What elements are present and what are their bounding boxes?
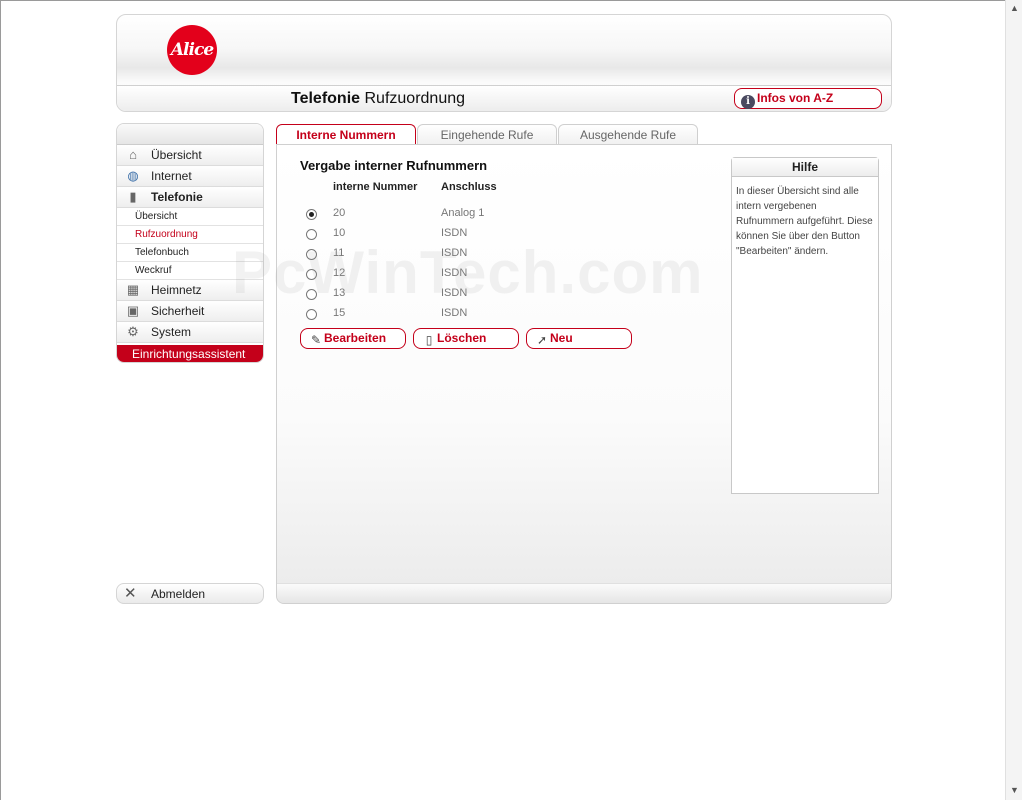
- new-button[interactable]: ➚ Neu: [526, 328, 632, 349]
- edit-icon: ✎: [310, 333, 322, 347]
- sidebar-item-uebersicht[interactable]: ⌂ Übersicht: [117, 145, 263, 166]
- table-row[interactable]: 10 ISDN: [277, 226, 677, 246]
- close-icon: ✕: [124, 585, 137, 602]
- cell-number: 20: [333, 207, 346, 219]
- sidebar-item-sicherheit[interactable]: ▣ Sicherheit: [117, 301, 263, 322]
- column-header-number: interne Nummer: [333, 181, 418, 193]
- info-icon: i: [741, 95, 755, 109]
- row-radio[interactable]: [306, 309, 317, 320]
- sidebar-subitem-uebersicht[interactable]: Übersicht: [117, 208, 263, 226]
- table-row[interactable]: 11 ISDN: [277, 246, 677, 266]
- scroll-down-icon[interactable]: ▼: [1010, 785, 1019, 795]
- sidebar-item-label: System: [151, 325, 192, 339]
- row-radio[interactable]: [306, 249, 317, 260]
- sidebar-top-bar: [117, 124, 263, 145]
- content-panel: Vergabe interner Rufnummern interne Numm…: [276, 144, 892, 604]
- infos-a-z-label: Infos von A-Z: [757, 91, 834, 105]
- help-text: In dieser Übersicht sind alle intern ver…: [736, 186, 873, 257]
- infos-a-z-button[interactable]: i Infos von A-Z: [734, 88, 882, 109]
- edit-button[interactable]: ✎ Bearbeiten: [300, 328, 406, 349]
- cell-number: 15: [333, 307, 346, 319]
- setup-wizard-button[interactable]: Einrichtungsassistent: [117, 343, 263, 362]
- page-title-rest: Rufzuordnung: [360, 90, 466, 107]
- window-frame-left: [0, 0, 1, 800]
- window-frame-top: [0, 0, 1022, 1]
- cell-anschluss: Analog 1: [441, 207, 485, 219]
- sidebar-item-label: Heimnetz: [151, 283, 202, 297]
- cell-number: 11: [333, 247, 345, 259]
- sidebar-item-internet[interactable]: ◍ Internet: [117, 166, 263, 187]
- table-row[interactable]: 13 ISDN: [277, 286, 677, 306]
- table-row[interactable]: 20 Analog 1: [277, 206, 677, 226]
- table-row[interactable]: 15 ISDN: [277, 306, 677, 326]
- phone-icon: ▮: [129, 189, 137, 204]
- tab-interne-nummern[interactable]: Interne Nummern: [276, 124, 416, 147]
- logout-label: Abmelden: [151, 587, 206, 601]
- logout-button[interactable]: ✕ Abmelden: [116, 583, 264, 604]
- tab-ausgehende-rufe[interactable]: Ausgehende Rufe: [558, 124, 698, 145]
- sidebar-item-label: Internet: [151, 169, 192, 183]
- row-radio[interactable]: [306, 269, 317, 280]
- sidebar-item-telefonie[interactable]: ▮ Telefonie: [117, 187, 263, 208]
- row-radio[interactable]: [306, 209, 317, 220]
- sidebar-nav: ⌂ Übersicht ◍ Internet ▮ Telefonie Übersich…: [116, 123, 264, 363]
- page-title-bold: Telefonie: [291, 90, 361, 107]
- cell-anschluss: ISDN: [441, 307, 468, 319]
- edit-button-label: Bearbeiten: [324, 331, 387, 345]
- table-row[interactable]: 12 ISDN: [277, 266, 677, 286]
- delete-button[interactable]: ▯ Löschen: [413, 328, 519, 349]
- content-footer-bar: [277, 583, 891, 603]
- sidebar-item-system[interactable]: ⚙ System: [117, 322, 263, 343]
- lock-icon: ▣: [126, 303, 140, 318]
- column-header-anschluss: Anschluss: [441, 181, 497, 193]
- sidebar-subitem-telefonbuch[interactable]: Telefonbuch: [117, 244, 263, 262]
- tab-eingehende-rufe[interactable]: Eingehende Rufe: [417, 124, 557, 145]
- sidebar-subitem-weckruf[interactable]: Weckruf: [117, 262, 263, 280]
- cell-anschluss: ISDN: [441, 227, 468, 239]
- delete-button-label: Löschen: [437, 331, 487, 345]
- cell-number: 12: [333, 267, 346, 279]
- trash-icon: ▯: [425, 333, 433, 347]
- scroll-up-icon[interactable]: ▲: [1010, 3, 1019, 13]
- gears-icon: ⚙: [127, 324, 139, 339]
- sidebar-item-label: Telefonie: [151, 190, 203, 204]
- globe-icon: ◍: [127, 168, 139, 183]
- header: Alice Telefonie Rufzuordnung i Infos von …: [116, 14, 892, 112]
- house-icon: ⌂: [129, 147, 137, 162]
- sidebar-item-label: Übersicht: [151, 148, 202, 162]
- sidebar-item-label: Sicherheit: [151, 304, 205, 318]
- cell-number: 13: [333, 287, 346, 299]
- row-radio[interactable]: [306, 289, 317, 300]
- page-title: Telefonie Rufzuordnung: [291, 90, 465, 108]
- sidebar-subitem-rufzuordnung[interactable]: Rufzuordnung: [117, 226, 263, 244]
- row-radio[interactable]: [306, 229, 317, 240]
- section-title: Vergabe interner Rufnummern: [300, 158, 488, 173]
- cell-anschluss: ISDN: [441, 247, 468, 259]
- help-box: Hilfe In dieser Übersicht sind alle inte…: [731, 157, 879, 494]
- network-icon: ▦: [126, 282, 140, 297]
- cell-number: 10: [333, 227, 346, 239]
- help-title: Hilfe: [732, 158, 878, 177]
- vertical-scrollbar[interactable]: ▲ ▼: [1005, 0, 1022, 800]
- alice-logo: Alice: [167, 25, 217, 75]
- cell-anschluss: ISDN: [441, 287, 468, 299]
- new-button-label: Neu: [550, 331, 573, 345]
- cell-anschluss: ISDN: [441, 267, 468, 279]
- sidebar-item-heimnetz[interactable]: ▦ Heimnetz: [117, 280, 263, 301]
- new-entry-icon: ➚: [536, 333, 548, 347]
